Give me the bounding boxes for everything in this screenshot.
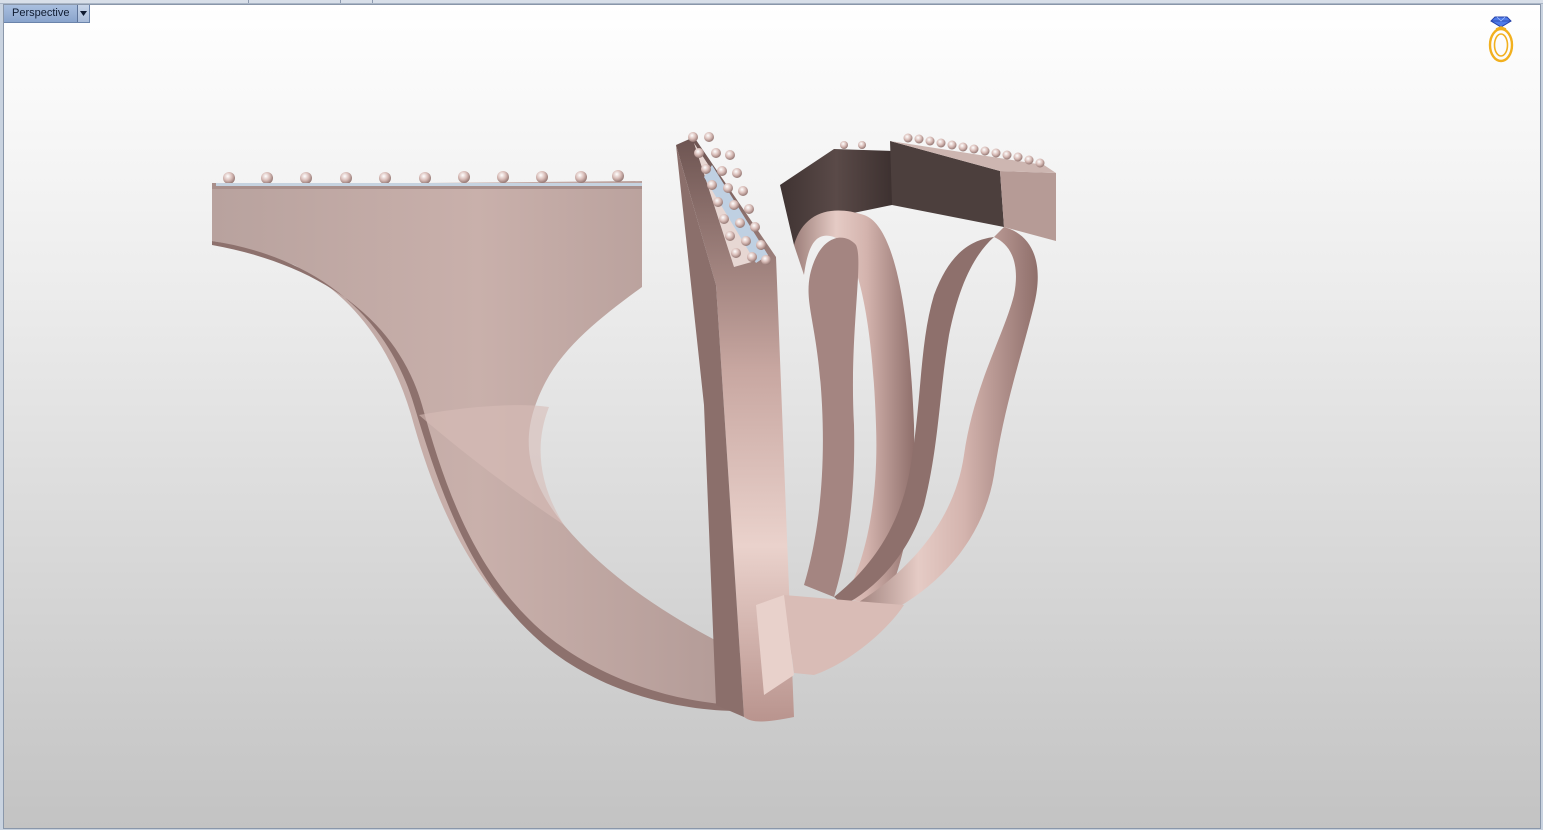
right-loops <box>756 210 1038 695</box>
perspective-viewport[interactable]: Perspective <box>3 4 1541 829</box>
left-shank <box>212 181 744 711</box>
left-bead-row <box>216 170 642 186</box>
ring-3d-model[interactable] <box>4 5 1540 828</box>
